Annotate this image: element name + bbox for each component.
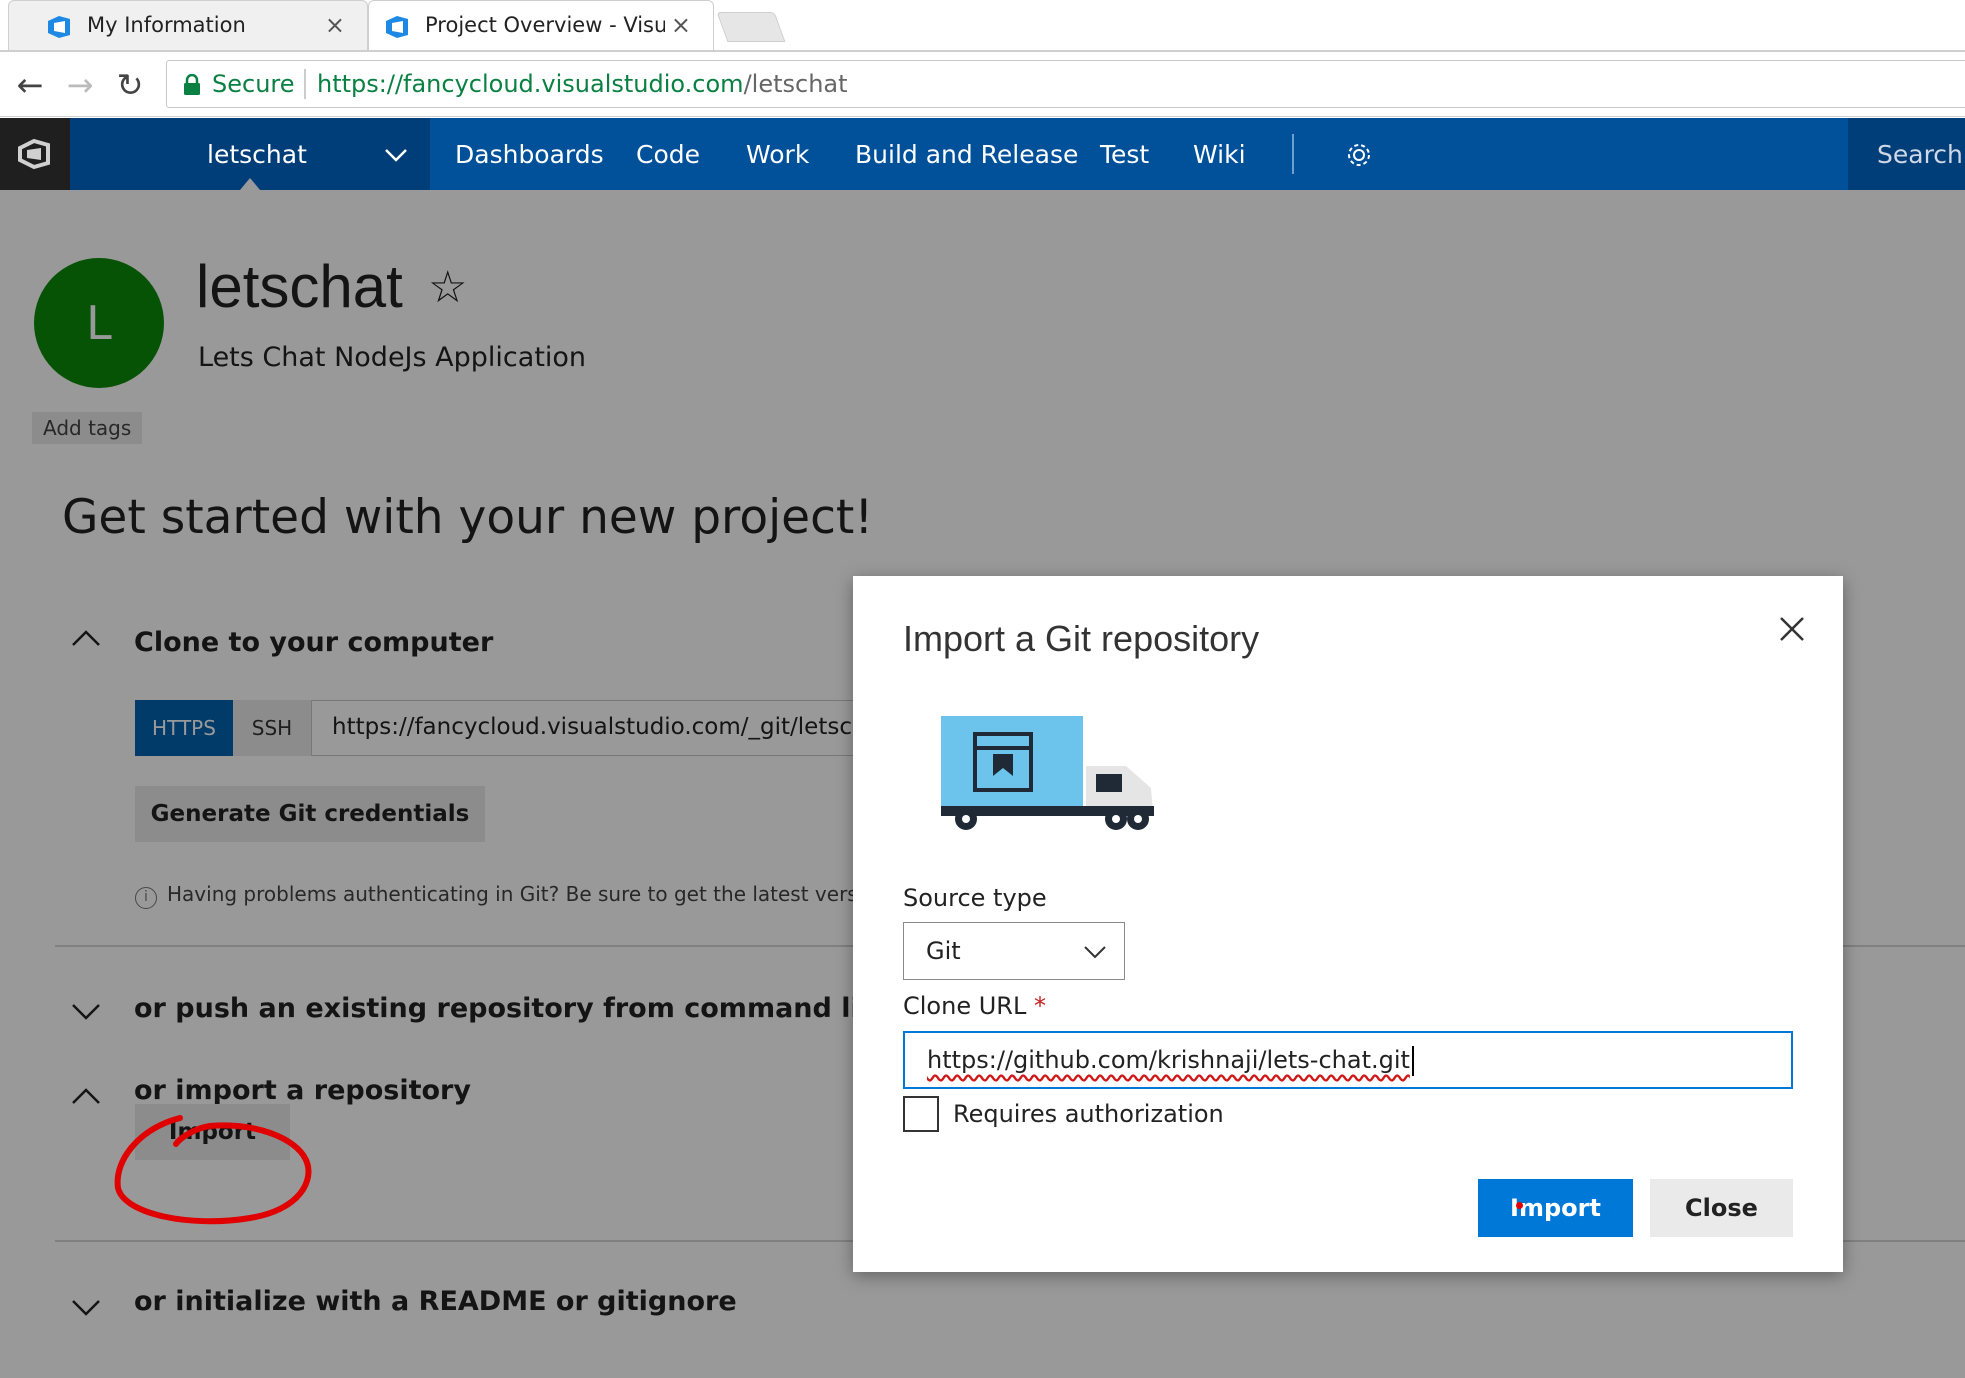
clone-url-label-text: Clone URL (903, 992, 1027, 1020)
tab-title: Project Overview - Visual (425, 13, 665, 37)
browser-tabstrip: My Information × Project Overview - Visu… (0, 0, 1965, 52)
text-caret (1412, 1046, 1414, 1076)
nav-wiki[interactable]: Wiki (1193, 140, 1246, 169)
import-button[interactable]: Import (1478, 1179, 1633, 1237)
tab-close-icon[interactable]: × (671, 11, 691, 39)
omnibox-separator (304, 69, 306, 99)
clone-url-value: https://github.com/krishnaji/lets-chat.g… (927, 1046, 1410, 1074)
required-marker: * (1033, 992, 1046, 1020)
tab-close-icon[interactable]: × (325, 11, 345, 39)
clone-url-label: Clone URL * (903, 992, 1046, 1020)
red-annotation-circle (114, 1115, 312, 1225)
close-icon[interactable] (1775, 612, 1809, 646)
url-path: /letschat (743, 70, 848, 98)
search-box[interactable]: Search v (1848, 118, 1965, 190)
vsts-header: letschat Dashboards Code Work Build and … (0, 118, 1965, 190)
import-git-repository-dialog: Import a Git repository Source type Git … (853, 576, 1843, 1272)
click-marker (1516, 1202, 1523, 1209)
source-type-select[interactable]: Git (903, 922, 1125, 980)
gear-icon[interactable] (1344, 140, 1374, 170)
vsts-logo-icon (18, 138, 50, 170)
requires-authorization-label: Requires authorization (953, 1100, 1224, 1128)
back-arrow-icon[interactable]: ← (10, 66, 50, 106)
address-bar: ← → ↻ Secure https://fancycloud.visualst… (0, 52, 1965, 117)
new-tab-button[interactable] (716, 12, 786, 42)
nav-build-and-release[interactable]: Build and Release (855, 140, 1078, 169)
chevron-down-icon (385, 149, 407, 162)
source-type-label: Source type (903, 884, 1047, 912)
project-switcher[interactable]: letschat (70, 118, 430, 190)
nav-code[interactable]: Code (636, 140, 700, 169)
vsts-logo[interactable] (0, 118, 70, 190)
nav-dashboards[interactable]: Dashboards (455, 140, 604, 169)
close-button[interactable]: Close (1650, 1179, 1793, 1237)
url-host: https://fancycloud.visualstudio.com (317, 70, 744, 98)
vsts-favicon-icon (386, 16, 408, 38)
secure-label: Secure (212, 70, 295, 98)
browser-tab-project-overview[interactable]: Project Overview - Visual × (368, 0, 714, 52)
source-type-value: Git (926, 937, 961, 965)
nav-test[interactable]: Test (1100, 140, 1149, 169)
nav-divider (1292, 134, 1294, 174)
browser-tab-my-information[interactable]: My Information × (8, 0, 368, 52)
requires-authorization-checkbox[interactable] (903, 1096, 939, 1132)
reload-icon[interactable]: ↻ (110, 66, 150, 106)
forward-arrow-icon[interactable]: → (60, 66, 100, 106)
selected-caret (240, 178, 260, 190)
url-text: https://fancycloud.visualstudio.com/lets… (317, 70, 848, 98)
chevron-down-icon (1084, 946, 1106, 959)
import-truck-icon (941, 716, 1154, 830)
clone-url-input[interactable]: https://github.com/krishnaji/lets-chat.g… (903, 1031, 1793, 1089)
dialog-title: Import a Git repository (903, 618, 1260, 659)
url-field[interactable]: Secure https://fancycloud.visualstudio.c… (166, 60, 1965, 108)
vsts-favicon-icon (48, 16, 70, 38)
tab-title: My Information (87, 13, 246, 37)
nav-work[interactable]: Work (746, 140, 809, 169)
lock-icon (184, 74, 200, 95)
search-placeholder: Search v (1877, 140, 1965, 169)
project-switcher-label: letschat (207, 140, 307, 169)
